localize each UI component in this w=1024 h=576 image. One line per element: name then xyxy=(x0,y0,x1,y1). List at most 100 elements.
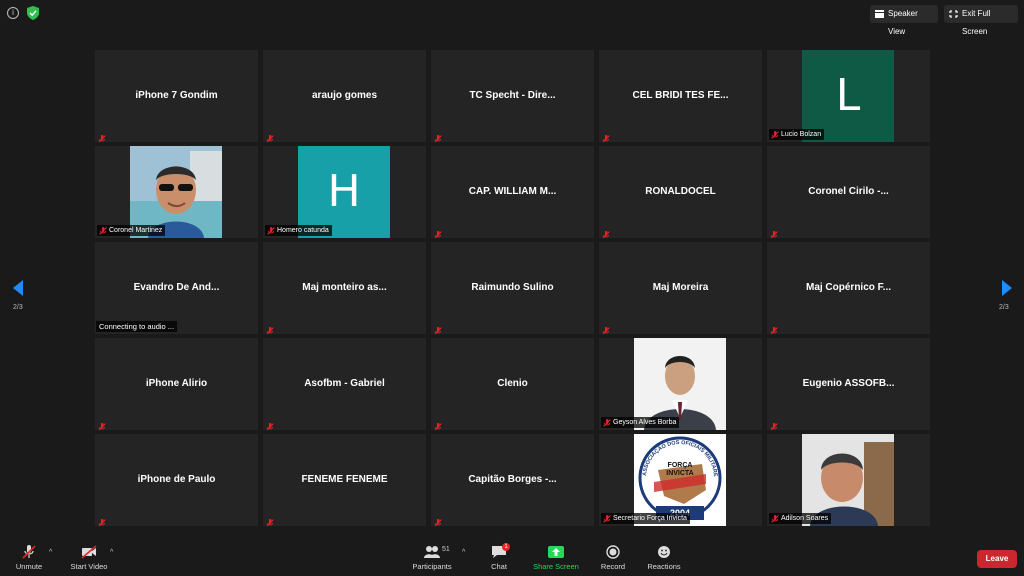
svg-text:FORÇA: FORÇA xyxy=(668,462,693,469)
participant-name: Maj monteiro as... xyxy=(302,282,387,293)
participant-label-text: Geyson Alves Borba xyxy=(613,419,677,426)
participant-tile[interactable]: Asofbm - Gabriel xyxy=(263,338,426,430)
participant-tile[interactable]: Maj Moreira xyxy=(599,242,762,334)
chat-label: Chat xyxy=(491,562,507,571)
participant-tile[interactable]: CAP. WILLIAM M... xyxy=(431,146,594,238)
exit-fullscreen-button[interactable]: Exit Full Screen xyxy=(944,5,1018,36)
reactions-button[interactable]: Reactions xyxy=(644,540,684,576)
participant-name: Coronel Cirilo -... xyxy=(808,186,889,197)
muted-microphone-icon xyxy=(602,226,610,238)
participants-options-chevron-icon[interactable]: ^ xyxy=(462,549,465,556)
speaker-view-label: Speaker View xyxy=(888,9,918,36)
start-video-label: Start Video xyxy=(70,562,108,571)
participant-tile[interactable]: L Lucio Bolzan xyxy=(767,50,930,142)
muted-microphone-icon xyxy=(771,515,779,523)
muted-microphone-icon xyxy=(266,130,274,142)
page-indicator-left: 2/3 xyxy=(13,304,23,311)
unmute-button[interactable]: Unmute xyxy=(10,540,48,576)
audio-options-chevron-icon[interactable]: ^ xyxy=(49,549,52,556)
muted-microphone-icon xyxy=(770,322,778,334)
unmute-label: Unmute xyxy=(15,562,43,571)
muted-microphone-icon xyxy=(22,545,36,559)
video-options-chevron-icon[interactable]: ^ xyxy=(110,549,113,556)
participant-tile[interactable]: Clenio xyxy=(431,338,594,430)
muted-microphone-icon xyxy=(98,418,106,430)
participant-name: CAP. WILLIAM M... xyxy=(468,186,557,197)
participant-tile[interactable]: Coronel Cirilo -... xyxy=(767,146,930,238)
participant-tile[interactable]: araujo gomes xyxy=(263,50,426,142)
share-screen-button[interactable]: Share Screen xyxy=(530,540,582,576)
participant-tile[interactable]: CEL BRIDI TES FE... xyxy=(599,50,762,142)
exit-fullscreen-label: Exit Full Screen xyxy=(962,9,991,36)
participant-name: CEL BRIDI TES FE... xyxy=(632,90,729,101)
muted-microphone-icon xyxy=(770,226,778,238)
participant-tile[interactable]: FENEME FENEME xyxy=(263,434,426,526)
muted-microphone-icon xyxy=(603,515,611,523)
shield-icon[interactable] xyxy=(27,6,39,20)
muted-microphone-icon xyxy=(770,418,778,430)
participant-label: Lucio Bolzan xyxy=(769,129,825,140)
share-screen-label: Share Screen xyxy=(533,562,579,571)
participant-name: Maj Copérnico F... xyxy=(805,282,891,293)
participant-tile[interactable]: H Homero catunda xyxy=(263,146,426,238)
participant-name: araujo gomes xyxy=(311,90,378,101)
muted-microphone-icon xyxy=(602,130,610,142)
muted-microphone-icon xyxy=(98,130,106,142)
chat-unread-badge: 1 xyxy=(502,543,510,551)
participant-tile[interactable]: Adilson Soares xyxy=(767,434,930,526)
participant-label-text: Secretario Força Invicta xyxy=(613,515,687,522)
participant-label: Geyson Alves Borba xyxy=(601,417,680,428)
muted-microphone-icon xyxy=(266,514,274,526)
participant-tile[interactable]: TC Specht - Dire... xyxy=(431,50,594,142)
participant-tile[interactable]: Evandro De And... Connecting to audio ... xyxy=(95,242,258,334)
participant-name: Eugenio ASSOFB... xyxy=(802,378,895,389)
previous-page-arrow-icon[interactable] xyxy=(12,280,24,296)
participant-tile[interactable]: Eugenio ASSOFB... xyxy=(767,338,930,430)
participant-label: Homero catunda xyxy=(265,225,332,236)
muted-microphone-icon xyxy=(434,322,442,334)
next-page-arrow-icon[interactable] xyxy=(1001,280,1013,296)
participant-label: Adilson Soares xyxy=(769,513,832,524)
leave-button[interactable]: Leave xyxy=(977,550,1017,568)
muted-microphone-icon xyxy=(771,131,779,139)
muted-microphone-icon xyxy=(602,322,610,334)
participant-tile[interactable]: Maj monteiro as... xyxy=(263,242,426,334)
muted-microphone-icon xyxy=(434,130,442,142)
participant-label: Secretario Força Invicta xyxy=(601,513,690,524)
participant-name: Capitão Borges -... xyxy=(468,474,557,485)
muted-microphone-icon xyxy=(603,419,611,427)
muted-microphone-icon xyxy=(266,418,274,430)
participant-name: Raimundo Sulino xyxy=(471,282,554,293)
info-icon[interactable]: i xyxy=(7,7,19,19)
participant-tile[interactable]: Coronel Martinez xyxy=(95,146,258,238)
record-button[interactable]: Record xyxy=(596,540,630,576)
participant-tile[interactable]: Maj Copérnico F... xyxy=(767,242,930,334)
audio-connecting-status: Connecting to audio ... xyxy=(96,321,178,332)
speaker-view-button[interactable]: Speaker View xyxy=(870,5,938,36)
participant-label-text: Adilson Soares xyxy=(781,515,829,522)
participants-label: Participants xyxy=(412,562,452,571)
participant-name: iPhone de Paulo xyxy=(137,474,216,485)
participant-tile[interactable]: iPhone Alirio xyxy=(95,338,258,430)
muted-microphone-icon xyxy=(266,322,274,334)
record-icon xyxy=(606,545,620,559)
participant-tile[interactable]: ASSOCIAÇÃO DOS OFICIAIS MILITARES ESTADU… xyxy=(599,434,762,526)
speaker-view-icon xyxy=(875,10,884,18)
start-video-button[interactable]: Start Video xyxy=(64,540,114,576)
participant-tile[interactable]: iPhone 7 Gondim xyxy=(95,50,258,142)
participant-tile[interactable]: iPhone de Paulo xyxy=(95,434,258,526)
muted-microphone-icon xyxy=(267,227,275,235)
participant-tile[interactable]: Geyson Alves Borba xyxy=(599,338,762,430)
page-indicator-right: 2/3 xyxy=(999,304,1009,311)
participant-name: RONALDOCEL xyxy=(645,186,716,197)
exit-fullscreen-icon xyxy=(949,10,958,18)
participant-label-text: Coronel Martinez xyxy=(109,227,163,234)
bottom-toolbar: Unmute ^ Start Video ^ Participants 51 ^… xyxy=(0,540,1024,576)
participant-name: TC Specht - Dire... xyxy=(469,90,556,101)
participant-name: Asofbm - Gabriel xyxy=(304,378,385,389)
participant-tile[interactable]: RONALDOCEL xyxy=(599,146,762,238)
participant-tile[interactable]: Capitão Borges -... xyxy=(431,434,594,526)
participant-tile[interactable]: Raimundo Sulino xyxy=(431,242,594,334)
participants-icon xyxy=(424,546,440,558)
participant-name: iPhone Alirio xyxy=(145,378,208,389)
